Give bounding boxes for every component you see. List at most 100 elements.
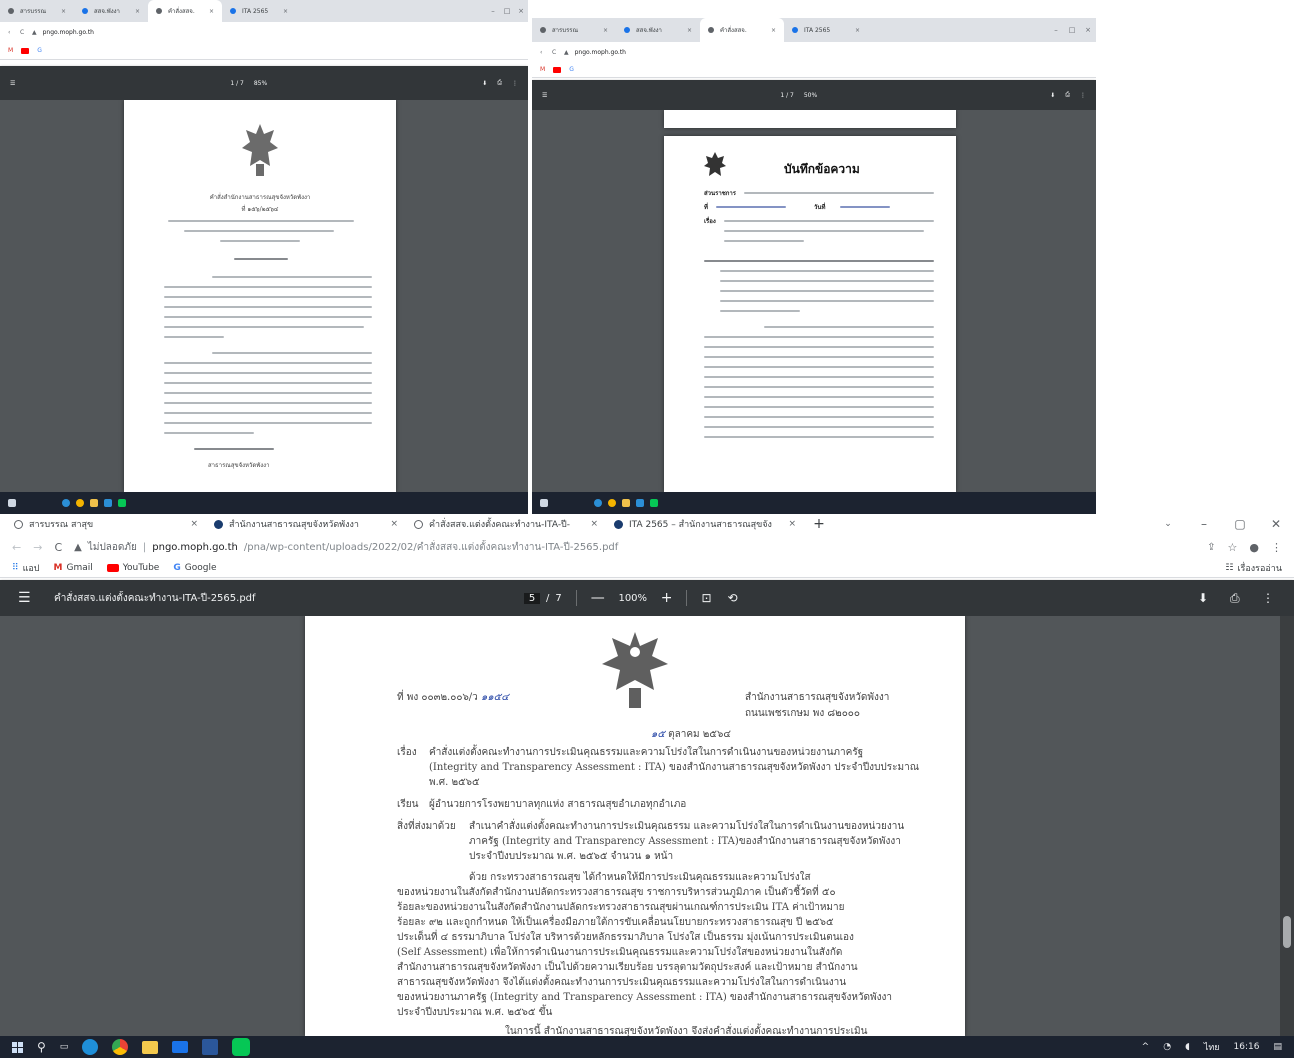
back-icon[interactable]: ‹ xyxy=(540,49,552,56)
close-icon[interactable]: × xyxy=(283,8,288,15)
bookmark-youtube[interactable] xyxy=(21,47,30,54)
tab-search-icon[interactable]: ⌄ xyxy=(1150,519,1186,529)
edge-icon[interactable] xyxy=(594,499,602,507)
zoom-level[interactable]: 100% xyxy=(617,593,649,604)
mail-icon[interactable] xyxy=(104,499,112,507)
tab[interactable]: สารบรรณ × xyxy=(0,0,74,22)
close-icon[interactable]: × xyxy=(788,519,796,529)
task-view-icon[interactable]: ▭ xyxy=(60,1042,69,1052)
profile-icon[interactable]: ● xyxy=(1249,541,1259,554)
address-bar[interactable]: ‹ C ▲ pngo.moph.go.th xyxy=(0,22,528,42)
notifications-icon[interactable]: ▤ xyxy=(1273,1042,1282,1052)
reading-list-button[interactable]: ☷ เรื่องรออ่าน xyxy=(1225,561,1282,575)
reload-icon[interactable]: C xyxy=(54,541,62,554)
close-icon[interactable]: × xyxy=(1080,26,1096,34)
pdf-viewer[interactable]: ที่ พง ๐๐๓๒.๐๐๖/ว ๑๑๕๔ สำนักงานสาธารณสุข… xyxy=(0,616,1294,1036)
zoom-out-icon[interactable]: — xyxy=(591,590,605,606)
start-icon[interactable] xyxy=(540,499,548,507)
close-icon[interactable]: × xyxy=(390,519,398,529)
url-field[interactable]: ▲ pngo.moph.go.th xyxy=(564,49,1088,56)
rotate-icon[interactable]: ⟲ xyxy=(728,591,738,605)
mail-icon[interactable] xyxy=(172,1041,189,1053)
system-tray-chevron-icon[interactable]: ^ xyxy=(1142,1042,1150,1052)
address-bar[interactable]: ‹ C ▲ pngo.moph.go.th xyxy=(532,42,1096,62)
url-field[interactable]: ▲ pngo.moph.go.th xyxy=(32,29,520,36)
line-app-icon[interactable] xyxy=(118,499,126,507)
close-icon[interactable]: × xyxy=(514,7,528,15)
share-icon[interactable]: ⇪ xyxy=(1207,542,1215,553)
line-app-icon[interactable] xyxy=(650,499,658,507)
maximize-icon[interactable]: □ xyxy=(500,7,514,15)
tab[interactable]: คำสั่งสสจ. × xyxy=(148,0,222,22)
file-explorer-icon[interactable] xyxy=(142,1040,159,1054)
bookmark-google[interactable]: G Google xyxy=(173,563,216,573)
pdf-viewer[interactable]: คำสั่งสำนักงานสาธารณสุขจังหวัดพังงา ที่ … xyxy=(0,100,528,492)
more-menu-icon[interactable]: ⋮ xyxy=(1271,541,1282,554)
sidebar-menu-icon[interactable]: ☰ xyxy=(18,590,54,606)
bookmark-star-icon[interactable]: ☆ xyxy=(1228,541,1238,554)
menu-icon[interactable]: ☰ xyxy=(542,92,547,99)
start-icon[interactable] xyxy=(8,499,16,507)
close-icon[interactable]: × xyxy=(209,8,214,15)
search-icon[interactable]: ⚲ xyxy=(37,1040,46,1054)
download-icon[interactable]: ⬇ xyxy=(482,80,487,87)
tab[interactable]: สารบรรณ × xyxy=(532,18,616,42)
pdf-viewer[interactable]: บันทึกข้อความ ส่วนราชการ ที่ วันที่ เรื่… xyxy=(532,110,1096,492)
chrome-icon[interactable] xyxy=(112,1039,129,1055)
url-field[interactable]: ▲ ไม่ปลอดภัย | pngo.moph.go.th/pna/wp-co… xyxy=(74,540,1195,555)
maximize-icon[interactable]: □ xyxy=(1064,26,1080,34)
tab[interactable]: สสจ.พังงา × xyxy=(74,0,148,22)
close-icon[interactable]: ✕ xyxy=(1258,517,1294,531)
close-icon[interactable]: × xyxy=(855,27,860,34)
bookmark-gmail[interactable]: M Gmail xyxy=(54,563,93,573)
close-icon[interactable]: × xyxy=(61,8,66,15)
bookmark-google[interactable]: G xyxy=(37,47,42,54)
chrome-icon[interactable] xyxy=(608,499,616,507)
download-icon[interactable]: ⬇ xyxy=(1198,591,1230,605)
word-icon[interactable] xyxy=(202,1039,219,1055)
bookmark-gmail[interactable]: M xyxy=(540,66,545,73)
language-indicator[interactable]: ไทย xyxy=(1204,1040,1220,1054)
network-icon[interactable]: ◔ xyxy=(1163,1042,1171,1052)
page-number-input[interactable]: 5 xyxy=(524,592,540,604)
new-tab-button[interactable]: + xyxy=(804,514,834,534)
scrollbar[interactable] xyxy=(1280,616,1294,1036)
minimize-icon[interactable]: – xyxy=(486,7,500,15)
explorer-icon[interactable] xyxy=(622,499,630,507)
edge-icon[interactable] xyxy=(62,499,70,507)
chrome-icon[interactable] xyxy=(76,499,84,507)
explorer-icon[interactable] xyxy=(90,499,98,507)
tab[interactable]: ITA 2565 × xyxy=(784,18,868,42)
mail-icon[interactable] xyxy=(636,499,644,507)
fit-page-icon[interactable]: ⊡ xyxy=(701,591,711,605)
tab[interactable]: สสจ.พังงา × xyxy=(616,18,700,42)
print-icon[interactable]: ⎙ xyxy=(497,79,502,87)
windows-start-icon[interactable] xyxy=(12,1041,23,1053)
download-icon[interactable]: ⬇ xyxy=(1050,92,1055,99)
tab-pngo-home[interactable]: สำนักงานสาธารณสุขจังหวัดพังงา × xyxy=(206,514,406,534)
bookmark-google[interactable]: G xyxy=(569,66,574,73)
close-icon[interactable]: × xyxy=(590,519,598,529)
tab-sarabun[interactable]: สารบรรณ สาสุข × xyxy=(0,514,206,534)
close-icon[interactable]: × xyxy=(190,519,198,529)
clock[interactable]: 16:16 xyxy=(1234,1042,1260,1052)
tab[interactable]: ITA 2565 × xyxy=(222,0,296,22)
print-icon[interactable]: ⎙ xyxy=(1065,91,1070,99)
more-icon[interactable]: ⋮ xyxy=(512,80,518,87)
close-icon[interactable]: × xyxy=(771,27,776,34)
close-icon[interactable]: × xyxy=(603,27,608,34)
menu-icon[interactable]: ☰ xyxy=(10,80,15,87)
zoom-in-icon[interactable]: + xyxy=(661,590,673,606)
minimize-icon[interactable]: – xyxy=(1048,26,1064,34)
more-options-icon[interactable]: ⋮ xyxy=(1262,591,1276,605)
scrollbar-thumb[interactable] xyxy=(1283,916,1291,948)
tab-pdf-order[interactable]: คำสั่งสสจ.แต่งตั้งคณะทำงาน-ITA-ปี- × xyxy=(406,514,606,534)
back-icon[interactable]: ← xyxy=(12,541,21,554)
bookmark-youtube[interactable]: YouTube xyxy=(106,563,159,573)
close-icon[interactable]: × xyxy=(687,27,692,34)
more-icon[interactable]: ⋮ xyxy=(1080,92,1086,99)
close-icon[interactable]: × xyxy=(135,8,140,15)
volume-icon[interactable]: ◖ xyxy=(1185,1042,1190,1052)
maximize-icon[interactable]: ▢ xyxy=(1222,517,1258,531)
bookmark-gmail[interactable]: M xyxy=(8,47,13,54)
